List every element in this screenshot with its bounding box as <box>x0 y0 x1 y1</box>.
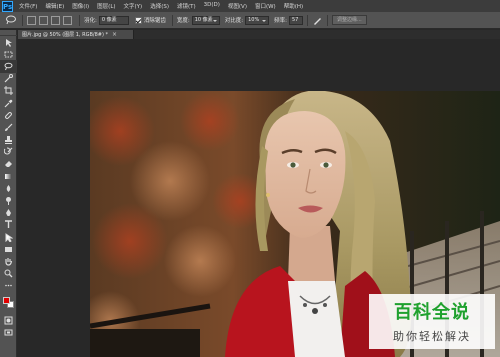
document-tab-label: 图片.jpg @ 50% (图层 1, RGB/8#) * <box>22 32 108 38</box>
intersect-selection-icon[interactable] <box>63 15 72 25</box>
tool-quick-mask[interactable] <box>0 314 17 326</box>
options-bar: 羽化: 0 像素 消除锯齿 宽度: 10 像素 对比度: 10% 频率: 57 … <box>0 12 500 29</box>
close-icon[interactable]: × <box>112 31 117 38</box>
menu-file[interactable]: 文件(F) <box>19 2 37 10</box>
dodge-icon <box>6 197 11 206</box>
rectangle-icon <box>5 246 12 252</box>
tool-gradient[interactable] <box>0 170 17 182</box>
tool-blur[interactable] <box>0 182 17 194</box>
menu-edit[interactable]: 编辑(E) <box>45 2 64 10</box>
tool-path-select[interactable] <box>0 231 17 243</box>
tool-healing[interactable] <box>0 109 17 121</box>
refine-edge-button[interactable]: 调整边缘... <box>331 15 367 25</box>
healing-brush-icon <box>5 111 12 119</box>
tool-type[interactable] <box>0 219 17 231</box>
contrast-label: 对比度: <box>224 18 244 24</box>
magnetic-lasso-icon <box>4 62 13 71</box>
tool-history-brush[interactable] <box>0 146 17 158</box>
menu-3d[interactable]: 3D(D) <box>204 2 220 10</box>
separator <box>22 14 23 26</box>
separator <box>306 14 308 26</box>
type-icon <box>5 220 12 229</box>
menu-select[interactable]: 选择(S) <box>150 2 169 10</box>
frequency-input[interactable]: 57 <box>288 15 303 25</box>
eraser-icon <box>5 161 12 168</box>
tools-panel <box>0 30 17 357</box>
tool-more[interactable] <box>0 280 17 292</box>
more-icon <box>5 285 12 287</box>
clone-stamp-icon <box>5 136 12 145</box>
pen-pressure-icon <box>313 17 321 25</box>
tool-hand[interactable] <box>0 255 17 267</box>
width-input[interactable]: 10 像素 <box>191 15 220 25</box>
screen-mode-icon <box>4 329 13 336</box>
foreground-color-swatch[interactable] <box>3 296 10 304</box>
quick-mask-icon <box>4 316 13 325</box>
frequency-label: 频率: <box>274 18 287 24</box>
history-brush-icon <box>4 147 13 155</box>
document-tab[interactable]: 图片.jpg @ 50% (图层 1, RGB/8#) * × <box>18 30 134 39</box>
watermark-logo: 百科全说 助你轻松解决 <box>369 294 495 349</box>
contrast-input[interactable]: 10% <box>245 15 270 25</box>
tool-marquee[interactable] <box>0 48 17 60</box>
menu-filter[interactable]: 滤镜(T) <box>177 2 196 10</box>
tool-lasso[interactable] <box>0 60 17 73</box>
tablet-pressure-button[interactable] <box>312 15 323 26</box>
antialias-label: 消除锯齿 <box>143 18 166 24</box>
tool-zoom[interactable] <box>0 268 17 280</box>
brush-icon <box>5 123 13 131</box>
tool-eyedropper[interactable] <box>0 97 17 109</box>
photoshop-window: Ps 文件(F) 编辑(E) 图像(I) 图层(L) 文字(Y) 选择(S) 滤… <box>0 0 500 357</box>
menu-items: 文件(F) 编辑(E) 图像(I) 图层(L) 文字(Y) 选择(S) 滤镜(T… <box>19 2 311 10</box>
color-swatches <box>0 296 17 314</box>
eyedropper-icon <box>4 99 13 107</box>
blur-icon <box>6 184 11 192</box>
add-selection-icon[interactable] <box>39 15 48 25</box>
tool-dodge[interactable] <box>0 194 17 206</box>
move-icon <box>6 38 12 47</box>
ps-logo: Ps <box>2 0 13 12</box>
tool-clone-stamp[interactable] <box>0 134 17 146</box>
separator <box>326 14 328 26</box>
feather-label: 羽化: <box>84 18 97 24</box>
tool-eraser[interactable] <box>0 158 17 170</box>
new-selection-icon[interactable] <box>27 15 36 25</box>
menu-bar: Ps 文件(F) 编辑(E) 图像(I) 图层(L) 文字(Y) 选择(S) 滤… <box>0 0 500 12</box>
separator <box>79 14 80 26</box>
hand-icon <box>5 257 13 266</box>
marquee-icon <box>4 51 13 58</box>
watermark-title: 百科全说 <box>394 302 470 323</box>
magnetic-lasso-icon <box>6 15 16 25</box>
menu-layer[interactable]: 图层(L) <box>97 2 115 10</box>
width-label: 宽度: <box>176 18 190 24</box>
antialias-checkbox[interactable] <box>134 16 142 24</box>
tool-crop[interactable] <box>0 85 17 97</box>
tool-pen[interactable] <box>0 207 17 219</box>
menu-window[interactable]: 窗口(W) <box>255 2 276 10</box>
tool-move[interactable] <box>0 36 17 48</box>
tool-screen-mode[interactable] <box>0 326 17 338</box>
crop-icon <box>4 86 13 96</box>
tool-preset-picker[interactable] <box>4 15 18 26</box>
zoom-icon <box>4 269 13 278</box>
tool-quick-select[interactable] <box>0 73 17 85</box>
separator <box>171 14 173 26</box>
path-select-icon <box>5 232 13 242</box>
feather-input[interactable]: 0 像素 <box>98 15 129 25</box>
tool-rectangle[interactable] <box>0 243 17 255</box>
menu-type[interactable]: 文字(Y) <box>124 2 143 10</box>
pen-icon <box>6 209 11 217</box>
quick-select-icon <box>4 74 13 83</box>
menu-image[interactable]: 图像(I) <box>72 2 89 10</box>
menu-view[interactable]: 视图(V) <box>228 2 247 10</box>
tool-brush[interactable] <box>0 121 17 133</box>
gradient-icon <box>5 173 12 179</box>
document-tab-bar: 图片.jpg @ 50% (图层 1, RGB/8#) * × <box>18 30 500 39</box>
menu-help[interactable]: 帮助(H) <box>284 2 303 10</box>
subtract-selection-icon[interactable] <box>51 15 60 25</box>
watermark-subtitle: 助你轻松解决 <box>393 330 471 343</box>
